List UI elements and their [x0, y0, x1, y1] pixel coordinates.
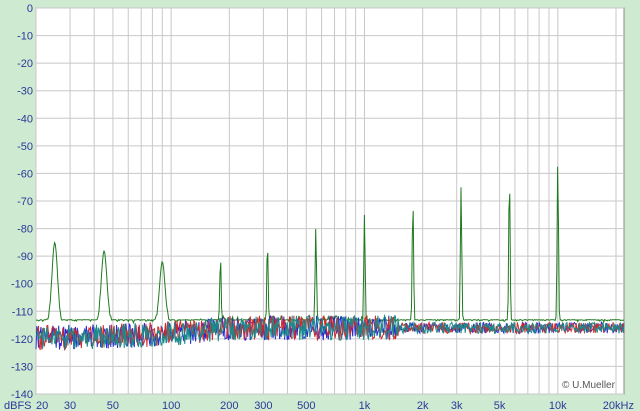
y-tick-label: -110	[12, 306, 33, 318]
x-tick-label: 1k	[359, 400, 371, 411]
y-tick-label: -40	[17, 113, 33, 125]
y-tick-label: -130	[11, 361, 33, 373]
y-tick-label: -80	[17, 224, 33, 236]
y-tick-label: 0	[27, 3, 33, 15]
x-tick-label: 100	[162, 400, 180, 411]
x-tick-label: 2k	[417, 400, 429, 411]
y-tick-label: -20	[17, 58, 33, 70]
x-tick-label: 20	[36, 400, 48, 411]
y-tick-label: -120	[11, 334, 33, 346]
y-tick-label: -70	[17, 196, 33, 208]
x-tick-label: 10k	[549, 400, 567, 411]
y-tick-label: -30	[17, 86, 33, 98]
y-tick-label: -90	[17, 251, 33, 263]
x-tick-label: 50	[107, 400, 119, 411]
x-tick-label: 300	[254, 400, 272, 411]
x-tick-label: 200	[220, 400, 238, 411]
y-tick-label: -60	[17, 168, 33, 180]
unit-label: dBFS	[4, 400, 32, 411]
x-tick-label: 20kHz	[603, 400, 634, 411]
y-tick-label: -50	[17, 141, 33, 153]
spectrum-chart: 0 -10 -20 -30 -40 -50 -60 -70 -80 -90 -100 -110 -120…	[0, 0, 640, 411]
x-tick-label: 30	[64, 400, 76, 411]
y-tick-label: -100	[11, 279, 33, 291]
y-tick-label: -10	[17, 31, 33, 43]
copyright-text: © U.Mueller	[562, 380, 616, 391]
x-tick-label: 3k	[451, 400, 463, 411]
x-tick-label: 500	[297, 400, 315, 411]
x-tick-label: 5k	[494, 400, 506, 411]
